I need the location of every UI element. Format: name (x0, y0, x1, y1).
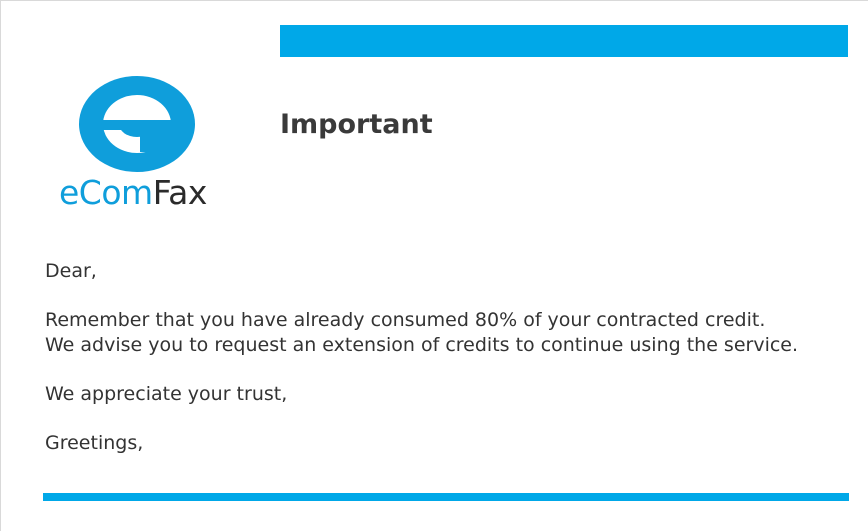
message-body: Dear, Remember that you have already con… (45, 259, 845, 480)
appreciation-text: We appreciate your trust, (45, 383, 288, 405)
e-letter-logo-icon (79, 76, 195, 172)
footer-accent-bar (43, 493, 849, 501)
closing-text: Greetings, (45, 432, 144, 454)
logo-wordmark-suffix: Fax (152, 173, 208, 212)
logo-wordmark: eComFax (59, 176, 207, 209)
greeting-text: Dear, (45, 260, 97, 282)
header-accent-bar (280, 25, 848, 57)
credit-usage-line: Remember that you have already consumed … (45, 309, 766, 331)
logo-wordmark-prefix: eCom (59, 173, 153, 212)
credit-notice-paragraph: Remember that you have already consumed … (45, 308, 845, 358)
extension-advice-line: We advise you to request an extension of… (45, 334, 799, 356)
email-notice: eComFax Important Dear, Remember that yo… (0, 0, 868, 531)
page-title: Important (280, 109, 433, 140)
ecomfax-logo: eComFax (57, 73, 227, 223)
